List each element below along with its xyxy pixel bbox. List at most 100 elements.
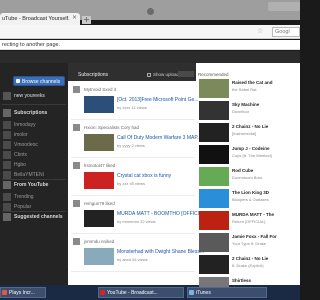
guide-channel-avatar[interactable] bbox=[3, 151, 11, 159]
feed-title: Subscriptions bbox=[78, 72, 109, 78]
new-tab-button[interactable]: + bbox=[82, 16, 91, 24]
feed-activity-text: Hxion: Specialists Cory had bbox=[84, 125, 140, 130]
address-bar[interactable] bbox=[0, 25, 300, 39]
guide-section-heading: Subscriptions bbox=[14, 110, 48, 116]
guide-channel-avatar[interactable] bbox=[3, 171, 11, 179]
recommended-video-title[interactable]: Sky Machine bbox=[232, 102, 259, 107]
taskbar-app-icon bbox=[2, 290, 7, 295]
guide-channel-item[interactable]: BellaYMTENI bbox=[14, 172, 44, 178]
feed-activity-text: jxmmdu nniked bbox=[84, 239, 115, 244]
recommended-video-meta: Dovnfloor bbox=[232, 109, 250, 114]
guide-channel-item[interactable]: Trending bbox=[14, 194, 34, 200]
video-thumbnail[interactable] bbox=[84, 210, 114, 227]
video-thumbnail[interactable] bbox=[84, 96, 114, 113]
feed-activity-text: lrsmotol47 liked bbox=[84, 163, 116, 168]
guide-channel-item[interactable]: Vmoodeoc bbox=[14, 142, 38, 148]
guide-section-heading: From YouTube bbox=[14, 182, 49, 188]
user-avatar[interactable] bbox=[73, 162, 80, 169]
recommended-video-thumbnail[interactable] bbox=[199, 79, 229, 98]
recommended-video-thumbnail[interactable] bbox=[199, 101, 229, 120]
taskbar-app-icon bbox=[189, 290, 194, 295]
recommended-video-thumbnail[interactable] bbox=[199, 145, 229, 164]
guide-channel-item[interactable]: Inmodayy bbox=[14, 122, 36, 128]
guide-channel-avatar[interactable] bbox=[3, 193, 11, 201]
search-input[interactable]: Googl bbox=[272, 27, 300, 37]
uploads-only-checkbox[interactable] bbox=[147, 73, 151, 77]
video-title-link[interactable]: [Oct. 2013]Free Microsoft Point Ge... bbox=[117, 97, 198, 103]
video-thumbnail[interactable] bbox=[84, 134, 114, 151]
browse-icon bbox=[16, 79, 20, 83]
video-meta: by abcd 54 views bbox=[117, 257, 148, 262]
video-meta: by yyyy 2 views bbox=[117, 143, 145, 148]
guide-section-icon bbox=[3, 109, 11, 117]
recommended-video-thumbnail[interactable] bbox=[199, 211, 229, 230]
guide-channel-avatar[interactable] bbox=[3, 121, 11, 129]
guide-channel-item[interactable]: imolor bbox=[14, 132, 28, 138]
guide-channel-avatar[interactable] bbox=[3, 161, 11, 169]
feed-divider bbox=[71, 233, 195, 234]
divider bbox=[2, 211, 66, 212]
youtube-header bbox=[0, 51, 300, 63]
video-meta: by zzz 45 views bbox=[117, 181, 146, 186]
recommended-video-title[interactable]: MURDA MATT - The bbox=[232, 212, 274, 217]
browser-tab[interactable]: uTube - Broadcast Yourself. bbox=[0, 13, 80, 25]
window-controls[interactable] bbox=[268, 2, 300, 11]
recommended-video-thumbnail[interactable] bbox=[199, 233, 229, 252]
guide-channel-item[interactable]: Popular bbox=[14, 204, 31, 210]
video-title-link[interactable]: Call Of Duty Modern Warfare 3 MAP... bbox=[117, 135, 201, 141]
guide-section-icon bbox=[3, 213, 11, 221]
recommended-video-title[interactable]: Jump J - Codeine bbox=[232, 146, 270, 151]
apple-logo-icon bbox=[147, 8, 154, 15]
recommended-video-title[interactable]: Rod Cube bbox=[232, 168, 253, 173]
recommended-video-title[interactable]: 2 Chainz - No Lie bbox=[232, 124, 268, 129]
bookmark-star-icon[interactable]: ☆ bbox=[257, 27, 263, 35]
feed-activity-text: remgun79 liked bbox=[84, 201, 115, 206]
video-thumbnail[interactable] bbox=[84, 172, 114, 189]
feed-divider bbox=[71, 271, 195, 272]
video-title-link[interactable]: Monsterhad with Dwight Shane Bless... bbox=[117, 249, 204, 255]
video-meta: by mmmmm 22 views bbox=[117, 219, 156, 224]
browse-channels-button[interactable]: Browse channels bbox=[13, 76, 65, 86]
recommended-video-thumbnail[interactable] bbox=[199, 123, 229, 142]
avatar[interactable] bbox=[3, 92, 11, 100]
recommendations-header: Recommended bbox=[198, 72, 229, 77]
guide-section-icon bbox=[3, 181, 11, 189]
tab-close-icon[interactable]: × bbox=[72, 15, 78, 21]
redirect-message: recting to another page. bbox=[0, 40, 300, 50]
guide-user-name[interactable]: new youreeks bbox=[14, 93, 45, 99]
guide-channel-avatar[interactable] bbox=[3, 141, 11, 149]
user-avatar[interactable] bbox=[73, 124, 80, 131]
recommended-video-meta: ft. Drake (Explicit) bbox=[232, 263, 264, 268]
recommended-video-meta: Return [OFFICIAL] bbox=[232, 219, 266, 224]
guide-channel-item[interactable]: Hgbo bbox=[14, 162, 26, 168]
recommended-video-title[interactable]: 2 Chainz - No Lie bbox=[232, 256, 268, 261]
guide-channel-avatar[interactable] bbox=[3, 131, 11, 139]
recommended-video-title[interactable]: Shirtless bbox=[232, 278, 251, 283]
recommended-video-meta: the Safari Rat bbox=[232, 87, 257, 92]
video-title-link[interactable]: MURDA MATT - BOOMTHO [OFFICIA... bbox=[117, 211, 207, 217]
user-avatar[interactable] bbox=[73, 86, 80, 93]
recommended-video-thumbnail[interactable] bbox=[199, 189, 229, 208]
divider bbox=[2, 179, 66, 180]
guide-channel-avatar[interactable] bbox=[3, 203, 11, 211]
taskbar-item[interactable]: iTunes bbox=[187, 287, 267, 298]
guide-section-heading: Suggested channels bbox=[14, 214, 63, 220]
video-meta: by xxxx 11 views bbox=[117, 105, 147, 110]
user-avatar[interactable] bbox=[73, 200, 80, 207]
user-avatar[interactable] bbox=[73, 238, 80, 245]
video-title-link[interactable]: Crystal cat xbox is funny bbox=[117, 173, 171, 179]
guide-channel-item[interactable]: Cbntx bbox=[14, 152, 27, 158]
video-thumbnail[interactable] bbox=[84, 248, 114, 265]
divider bbox=[2, 104, 66, 105]
recommended-video-thumbnail[interactable] bbox=[199, 167, 229, 186]
recommended-video-meta: Doomdoom Boro bbox=[232, 175, 263, 180]
recommended-video-title[interactable]: The Lion King 3D bbox=[232, 190, 269, 195]
recommended-video-title[interactable]: Jamie Foxx - Fall For bbox=[232, 234, 277, 239]
recommended-video-meta: Your Type ft. Drake bbox=[232, 241, 267, 246]
feed-activity-text: Mytrvoid Sxed it bbox=[84, 87, 117, 92]
recommended-video-thumbnail[interactable] bbox=[199, 255, 229, 274]
recommended-video-title[interactable]: Raised the Cat and bbox=[232, 80, 273, 85]
taskbar-app-icon bbox=[100, 290, 105, 295]
view-toggle-icons[interactable] bbox=[178, 71, 194, 77]
taskbar-item[interactable]: YouTube - Broadcast... bbox=[98, 287, 184, 298]
